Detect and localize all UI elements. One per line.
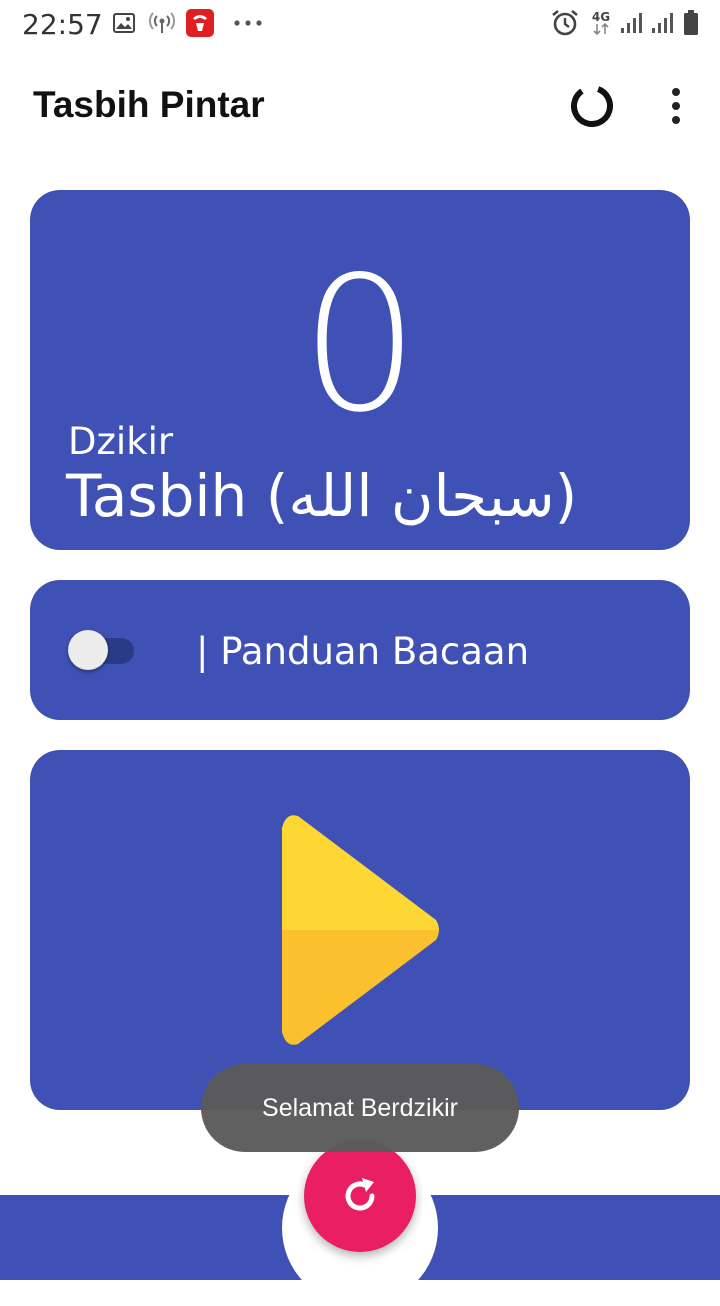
more-notifications-icon [232, 10, 264, 36]
count-value: 0 [300, 236, 420, 453]
menu-dot [672, 116, 680, 124]
status-bar: 22:57 4G [0, 0, 720, 48]
network-4g-icon: 4G [589, 10, 613, 36]
alarm-icon [551, 9, 579, 36]
hotspot-icon [148, 10, 176, 36]
guide-card: | Panduan Bacaan [30, 580, 690, 720]
counter-card[interactable]: 0 Dzikir Tasbih (سبحان الله) [30, 190, 690, 550]
status-time: 22:57 [22, 8, 103, 41]
signal-icon [619, 10, 645, 36]
toggle-thumb [68, 630, 108, 670]
progress-ring-icon[interactable] [566, 80, 618, 132]
guide-label: | Panduan Bacaan [196, 630, 530, 673]
play-icon[interactable] [280, 814, 442, 1046]
signal-icon [650, 10, 676, 36]
app-title: Tasbih Pintar [33, 84, 265, 125]
play-card[interactable] [30, 750, 690, 1110]
telkomsel-icon [186, 9, 214, 37]
battery-icon [681, 10, 701, 36]
more-vert-icon[interactable] [656, 78, 696, 134]
toast-message: Selamat Berdzikir [201, 1064, 519, 1152]
app-bar: Tasbih Pintar [0, 48, 720, 160]
guide-toggle[interactable] [68, 630, 136, 670]
image-icon [112, 10, 136, 36]
reset-button[interactable] [304, 1140, 416, 1252]
refresh-icon [336, 1172, 384, 1220]
network-label: 4G [591, 10, 611, 24]
menu-dot [672, 102, 680, 110]
dzikir-name: Tasbih (سبحان الله) [66, 462, 578, 530]
dzikir-label: Dzikir [68, 420, 174, 463]
menu-dot [672, 88, 680, 96]
